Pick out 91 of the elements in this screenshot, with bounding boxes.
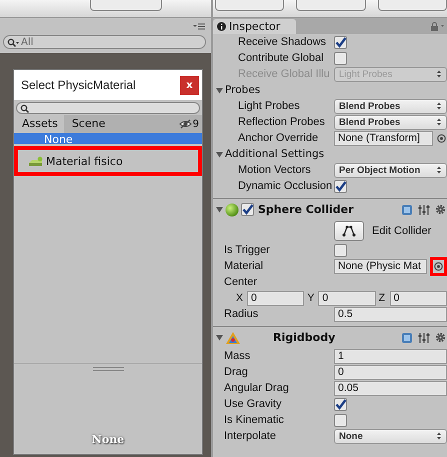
field-label: Use Gravity [224,398,282,410]
search-icon [7,38,19,46]
field-label: Dynamic Occlusion [238,180,332,192]
object-field[interactable]: None (Transform] [334,130,433,146]
rigidbody-icon [225,330,241,344]
toolbar-button[interactable] [296,0,366,11]
checkbox[interactable] [334,52,347,64]
field-label: Center [224,276,258,288]
field-label: Receive Shadows [238,36,328,48]
field-label: Light Probes [238,100,301,112]
field-label: Is Trigger [224,244,271,256]
list-item[interactable]: Material fisico [14,146,202,176]
number-field[interactable]: 0 [390,290,447,306]
number-field[interactable]: 0.5 [334,306,447,322]
settings-icon[interactable] [435,332,446,343]
dropdown[interactable]: Per Object Motion [334,162,447,178]
checkbox[interactable] [334,244,347,256]
component-title: Rigidbody [273,331,336,344]
field-label: Is Kinematic [224,414,285,426]
dropdown[interactable]: Blend Probes [334,114,447,130]
window-title: Select PhysicMaterial [21,78,136,92]
number-field[interactable]: 1 [334,348,447,364]
sliders-icon[interactable] [418,332,430,344]
field-label: Anchor Override [238,132,320,144]
hidden-eye-icon[interactable] [178,119,192,129]
settings-icon[interactable] [435,204,446,215]
axis-label: X [236,292,244,304]
toolbar-button[interactable] [215,0,284,11]
collapse-arrow-icon[interactable] [216,86,223,94]
tab[interactable]: Assets [14,115,64,133]
section-title: Probes [225,84,260,96]
preview-label: None [92,433,124,446]
target-icon [434,262,443,270]
checkbox[interactable] [334,398,347,410]
checkbox[interactable] [334,180,347,192]
object-picker-button[interactable] [436,132,447,144]
search-field[interactable]: All [3,35,206,49]
help-book-icon[interactable] [401,204,413,216]
dropdown[interactable]: None [334,428,447,444]
collider-icon [342,225,356,237]
field-label: Drag [224,366,249,378]
field-label: Motion Vectors [238,164,312,176]
hidden-count: 9 [192,118,199,130]
collapse-arrow-icon[interactable] [216,150,223,158]
component-title: Sphere Collider [258,203,354,216]
number-field[interactable]: 0.05 [334,380,447,396]
help-book-icon[interactable] [401,332,413,344]
field-label: Contribute Global [238,52,325,64]
axis-label: Y [307,292,316,304]
field-label: Interpolate [224,430,277,442]
search-input[interactable]: All [19,36,205,48]
sliders-icon[interactable] [418,204,430,216]
lock-icon[interactable] [430,22,444,31]
updown-icon [436,102,442,110]
target-icon [437,134,446,142]
checkbox[interactable] [241,203,254,216]
number-field[interactable]: 0 [318,290,376,306]
checkbox[interactable] [334,36,347,48]
checkbox[interactable] [334,414,347,426]
material-icon [28,156,44,166]
object-picker-button[interactable] [430,256,447,276]
field-label: Radius [224,308,260,320]
number-field[interactable]: 0 [334,364,447,380]
list-item[interactable]: None [14,133,202,144]
edit-collider-button[interactable] [334,221,364,241]
updown-icon [436,118,442,126]
collapse-arrow-icon[interactable] [216,206,223,213]
object-field[interactable]: None (Physic Mat [334,258,427,274]
field-label: Material [224,260,264,272]
close-button[interactable]: x [180,76,199,94]
field-label: Reflection Probes [238,116,326,128]
search-field[interactable] [16,102,200,114]
updown-icon [436,432,442,440]
updown-icon [436,70,442,78]
section-title: Additional Settings [225,148,324,160]
button-label: Edit Collider [372,225,432,237]
axis-label: Z [378,292,386,304]
toolbar-button[interactable] [90,0,162,11]
updown-icon [436,166,442,174]
number-field[interactable]: 0 [247,290,304,306]
resize-handle[interactable] [92,367,124,371]
field-label: Mass [224,350,252,362]
menu-icon[interactable] [193,23,205,30]
dropdown[interactable]: Blend Probes [334,98,447,114]
toolbar-button[interactable] [378,0,447,11]
field-label: Angular Drag [224,382,290,394]
inspector-tab[interactable]: Inspector [213,19,296,34]
search-icon [20,104,30,112]
info-icon [217,22,226,31]
collapse-arrow-icon[interactable] [216,334,223,341]
sphere-icon [225,202,239,216]
